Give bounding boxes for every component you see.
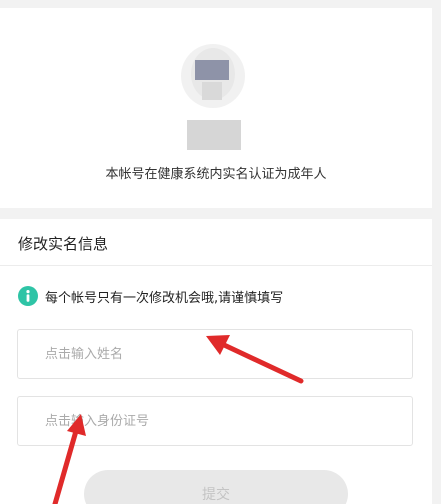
notice: 每个帐号只有一次修改机会哦,请谨慎填写: [18, 286, 283, 306]
id-number-field[interactable]: [17, 396, 413, 446]
form-title: 修改实名信息: [18, 235, 109, 253]
user-avatar: [180, 40, 246, 154]
info-icon: [18, 286, 38, 306]
verification-card: 本帐号在健康系统内实名认证为成年人: [0, 8, 432, 208]
id-number-input[interactable]: [43, 412, 412, 430]
edit-real-name-form: 修改实名信息 每个帐号只有一次修改机会哦,请谨慎填写 提交: [0, 219, 432, 504]
notice-text: 每个帐号只有一次修改机会哦,请谨慎填写: [45, 290, 284, 306]
submit-button[interactable]: 提交: [84, 470, 348, 504]
name-input[interactable]: [43, 345, 412, 363]
divider: [0, 265, 432, 266]
real-name-page: 本帐号在健康系统内实名认证为成年人 修改实名信息 每个帐号只有一次修改机会哦,请…: [0, 0, 441, 504]
name-field[interactable]: [17, 329, 413, 379]
verification-status-text: 本帐号在健康系统内实名认证为成年人: [105, 167, 327, 182]
